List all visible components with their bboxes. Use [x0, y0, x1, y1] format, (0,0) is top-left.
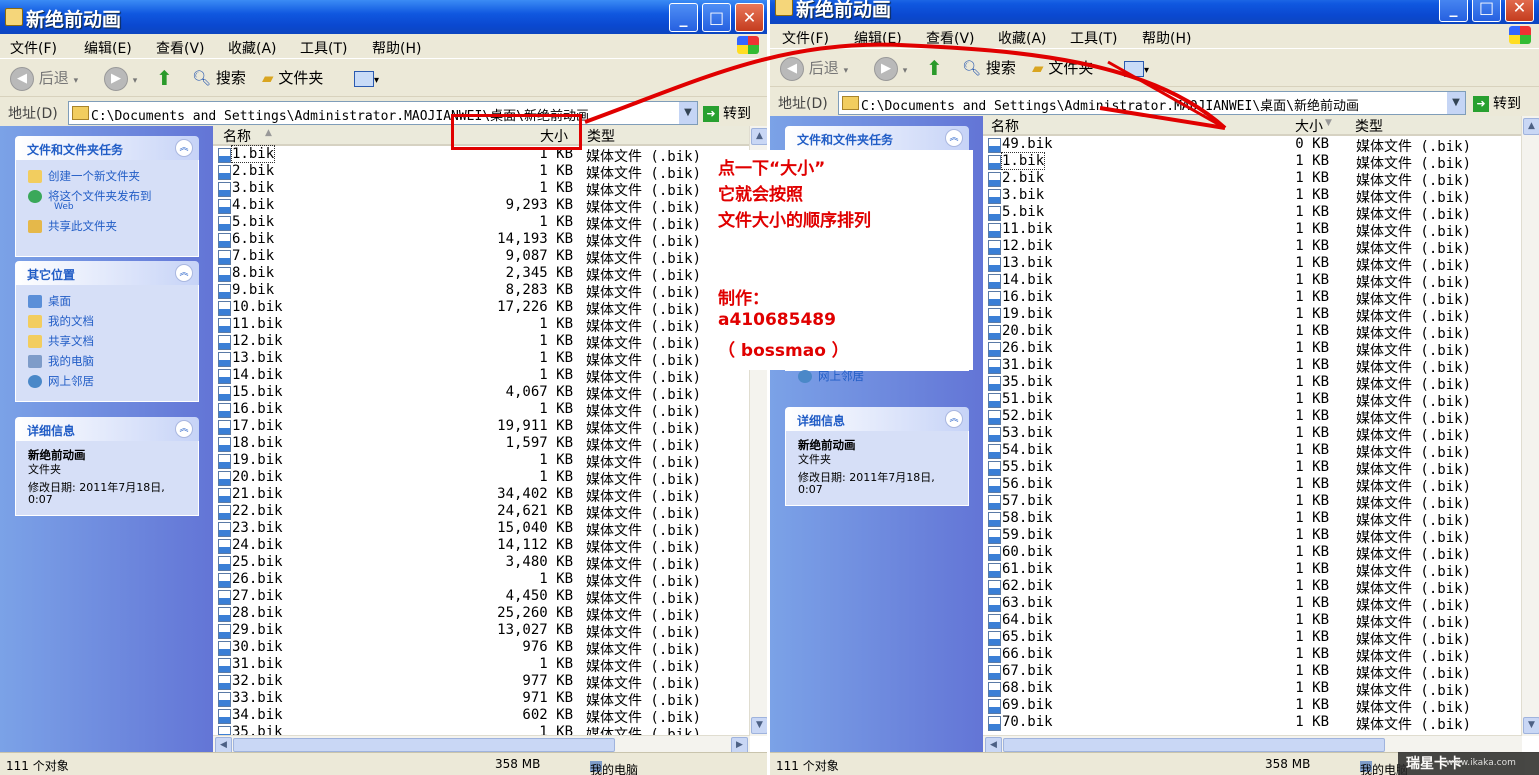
arrow-curve	[899, 43, 1227, 130]
arrow-to-right-window	[584, 42, 901, 124]
watermark: 瑞星卡卡 www.ikaka.com	[1398, 752, 1539, 775]
watermark-url: www.ikaka.com	[1446, 758, 1516, 768]
annotation-arrows	[584, 42, 1227, 130]
